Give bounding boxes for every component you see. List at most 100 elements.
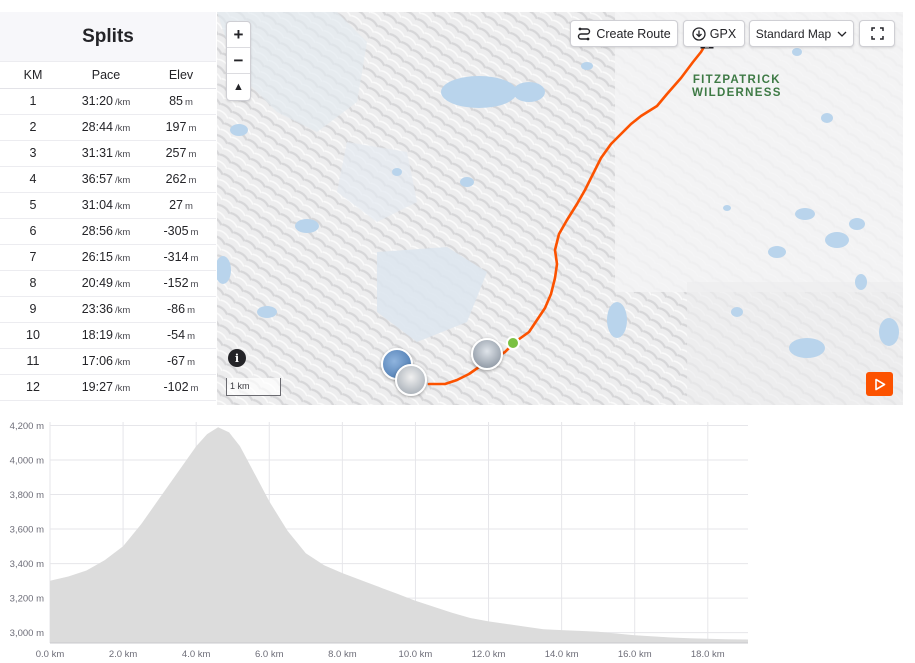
- split-elev: 85 m: [146, 88, 216, 115]
- split-pace: 31:04/km: [66, 192, 146, 219]
- compass-button[interactable]: ▲: [227, 74, 250, 100]
- elev-unit: m: [188, 175, 197, 186]
- split-row: 1 31:20/km 85 m: [0, 88, 216, 115]
- splits-title: Splits: [82, 25, 134, 47]
- flyover-play-button[interactable]: [866, 372, 893, 396]
- y-tick-label: 3,400 m: [10, 559, 44, 570]
- elev-unit: m: [188, 149, 197, 160]
- scale-label: 1 km: [230, 381, 250, 391]
- split-km: 9: [0, 296, 66, 323]
- x-tick-label: 8.0 km: [328, 649, 357, 660]
- split-pace: 36:57/km: [66, 166, 146, 193]
- compass-icon: ▲: [233, 81, 244, 93]
- zoom-in-button[interactable]: +: [227, 22, 250, 48]
- route-map[interactable]: + − ▲ Create Route GPX Standard Map FITZ…: [217, 12, 903, 405]
- split-pace-value: 36:57: [81, 172, 113, 186]
- split-pace: 19:27/km: [66, 374, 146, 401]
- pace-unit: /km: [114, 331, 131, 342]
- split-pace-value: 19:27: [81, 380, 113, 394]
- map-terrain: [217, 12, 903, 405]
- y-tick-label: 3,000 m: [10, 628, 44, 639]
- elev-unit: m: [187, 331, 195, 342]
- area-label-line2: WILDERNESS: [692, 87, 782, 99]
- x-tick-label: 16.0 km: [618, 649, 652, 660]
- split-elev: -152 m: [146, 270, 216, 297]
- split-pace-value: 31:31: [81, 146, 113, 160]
- elev-unit: m: [190, 253, 199, 264]
- split-pace: 26:15/km: [66, 244, 146, 271]
- area-label-line1: FITZPATRICK: [692, 74, 781, 86]
- create-route-label: Create Route: [596, 26, 671, 41]
- create-route-button[interactable]: Create Route: [570, 20, 678, 47]
- pace-unit: /km: [114, 305, 131, 316]
- x-tick-label: 4.0 km: [182, 649, 211, 660]
- split-km: 7: [0, 244, 66, 271]
- split-km: 1: [0, 88, 66, 115]
- splits-rows: 1 31:20/km 85 m 2 28:44/km 197 m 3 31:31/km 257 m 4 3…: [0, 88, 216, 401]
- split-row: 8 20:49/km -152 m: [0, 270, 216, 297]
- y-tick-label: 4,200 m: [10, 421, 44, 432]
- photo-marker[interactable]: [395, 364, 427, 396]
- info-icon[interactable]: i: [228, 349, 246, 367]
- x-tick-label: 0.0 km: [36, 649, 65, 660]
- map-style-select[interactable]: Standard Map: [749, 20, 854, 47]
- split-elev-value: -102: [163, 380, 189, 394]
- split-elev: -314 m: [146, 244, 216, 271]
- y-tick-label: 4,000 m: [10, 455, 44, 466]
- split-pace-value: 23:36: [81, 302, 113, 316]
- elev-unit: m: [188, 123, 197, 134]
- gpx-label: GPX: [709, 26, 737, 41]
- split-row: 11 17:06/km -67 m: [0, 348, 216, 375]
- split-km: 6: [0, 218, 66, 245]
- split-km: 5: [0, 192, 66, 219]
- split-pace: 28:56/km: [66, 218, 146, 245]
- pace-unit: /km: [114, 175, 131, 186]
- split-elev-value: 257: [165, 146, 187, 160]
- split-elev-value: -67: [167, 354, 186, 368]
- map-style-label: Standard Map: [755, 26, 832, 41]
- chevron-down-icon: [837, 31, 847, 37]
- elevation-chart[interactable]: 3,000 m 3,200 m 3,400 m 3,600 m 3,800 m 4,000…: [0, 412, 915, 663]
- elev-unit: m: [187, 305, 195, 316]
- splits-header: Splits: [0, 12, 216, 62]
- split-pace-value: 28:56: [81, 224, 113, 238]
- split-elev: 27 m: [146, 192, 216, 219]
- split-km: 11: [0, 348, 66, 375]
- split-pace: 20:49/km: [66, 270, 146, 297]
- split-elev-value: -86: [167, 302, 186, 316]
- elev-unit: m: [187, 357, 195, 368]
- gpx-download-button[interactable]: GPX: [683, 20, 745, 47]
- split-pace-value: 31:20: [81, 94, 113, 108]
- column-header-km: KM: [0, 62, 66, 89]
- fullscreen-button[interactable]: [859, 20, 895, 47]
- x-tick-label: 18.0 km: [691, 649, 725, 660]
- column-header-pace: Pace: [66, 62, 146, 89]
- split-pace-value: 26:15: [81, 250, 113, 264]
- split-pace: 28:44/km: [66, 114, 146, 141]
- area-label: FITZPATRICK WILDERNESS: [692, 74, 782, 100]
- pace-unit: /km: [114, 253, 131, 264]
- zoom-out-button[interactable]: −: [227, 48, 250, 74]
- elev-unit: m: [184, 201, 193, 212]
- split-km: 10: [0, 322, 66, 349]
- split-row: 2 28:44/km 197 m: [0, 114, 216, 141]
- split-elev-value: -305: [163, 224, 189, 238]
- y-tick-label: 3,200 m: [10, 594, 44, 605]
- split-km: 2: [0, 114, 66, 141]
- split-elev-value: -152: [163, 276, 189, 290]
- split-row: 6 28:56/km -305 m: [0, 218, 216, 245]
- x-tick-label: 2.0 km: [109, 649, 138, 660]
- pace-unit: /km: [114, 279, 131, 290]
- split-pace: 31:20/km: [66, 88, 146, 115]
- fullscreen-icon: [870, 27, 884, 40]
- split-pace: 17:06/km: [66, 348, 146, 375]
- split-pace-value: 31:04: [81, 198, 113, 212]
- split-km: 4: [0, 166, 66, 193]
- split-elev-value: -314: [163, 250, 189, 264]
- split-row: 3 31:31/km 257 m: [0, 140, 216, 167]
- splits-table: KM Pace Elev 1 31:20/km 85 m 2 28:44/km 197 m 3 3…: [0, 62, 216, 401]
- split-pace-value: 18:19: [81, 328, 113, 342]
- split-row: 10 18:19/km -54 m: [0, 322, 216, 349]
- photo-marker[interactable]: [471, 338, 503, 370]
- pace-unit: /km: [114, 383, 131, 394]
